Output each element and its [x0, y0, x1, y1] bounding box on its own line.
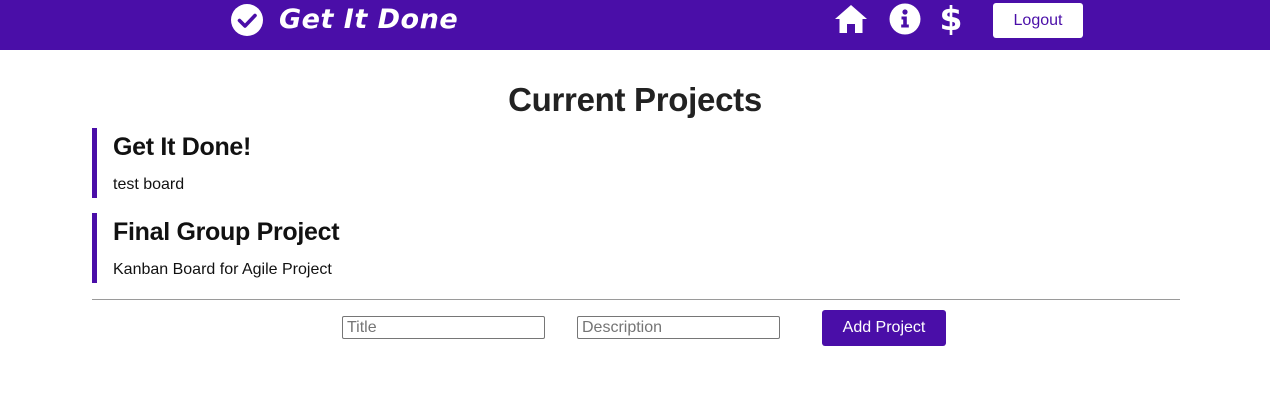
- home-icon[interactable]: [833, 3, 869, 35]
- project-description: test board: [113, 176, 185, 193]
- add-project-button[interactable]: Add Project: [822, 310, 946, 346]
- check-circle-icon: [231, 4, 263, 36]
- project-title-input[interactable]: [342, 316, 545, 339]
- brand[interactable]: Get It Done: [230, 0, 458, 40]
- project-card[interactable]: Get It Done! test board: [92, 128, 797, 198]
- project-card[interactable]: Final Group Project Kanban Board for Agi…: [92, 213, 797, 283]
- project-title: Get It Done!: [113, 133, 252, 161]
- logout-button[interactable]: Logout: [993, 3, 1083, 38]
- divider: [92, 299, 1180, 300]
- project-description-input[interactable]: [577, 316, 780, 339]
- brand-title: Get It Done: [279, 4, 459, 35]
- project-description: Kanban Board for Agile Project: [113, 261, 332, 278]
- dollar-icon[interactable]: $: [939, 0, 963, 40]
- info-icon[interactable]: [889, 3, 921, 35]
- top-navbar: Get It Done $ Logout: [0, 0, 1270, 50]
- project-title: Final Group Project: [113, 218, 340, 246]
- page-title: Current Projects: [508, 81, 762, 118]
